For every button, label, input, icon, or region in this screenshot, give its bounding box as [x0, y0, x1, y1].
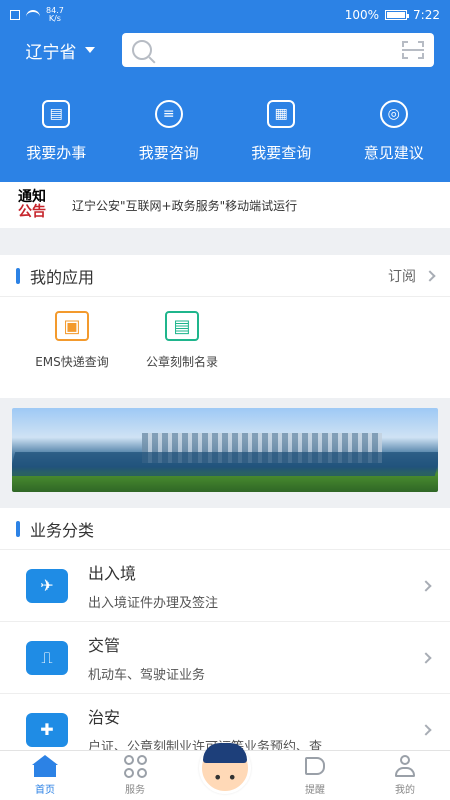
card-icon: ▤ [165, 311, 199, 341]
notice-text: 辽宁公安"互联网+政务服务"移动端试运行 [72, 198, 298, 213]
tab-reminders[interactable]: 提醒 [270, 751, 360, 800]
business-section: 业务分类 ✈ 出入境 出入境证件办理及签注 ⎍ 交管 机动车、驾驶证业务 ✚ 治… [0, 508, 450, 766]
sim-icon [10, 10, 20, 20]
notice-logo: 通知 公告 [18, 190, 62, 220]
province-label: 辽宁省 [25, 42, 77, 63]
business-item-traffic[interactable]: ⎍ 交管 机动车、驾驶证业务 [0, 622, 450, 694]
query-icon: ▦ [267, 100, 296, 128]
home-icon [32, 755, 58, 777]
province-selector[interactable]: 辽宁省 [0, 38, 120, 63]
megaphone-icon [302, 755, 328, 777]
search-icon [132, 40, 152, 60]
apps-list: ▣ EMS快递查询 ▤ 公章刻制名录 [0, 297, 450, 370]
notice-bar[interactable]: 通知 公告 辽宁公安"互联网+政务服务"移动端试运行 [0, 182, 450, 228]
quick-actions: ▤ 我要办事 ≡ 我要咨询 ▦ 我要查询 ◎ 意见建议 [0, 100, 450, 180]
business-title: 出入境 [88, 564, 137, 583]
top-header: 84.7 K/s 100% 7:22 辽宁省 ▤ 我要办事 ≡ 我要咨询 ▦ 我… [0, 0, 450, 210]
quick-action-label: 我要咨询 [138, 144, 199, 162]
my-apps-header: 我的应用 订阅 [0, 255, 450, 297]
battery-icon [385, 10, 410, 20]
business-desc: 出入境证件办理及签注 [88, 596, 219, 611]
business-text: 出入境 出入境证件办理及签注 [88, 560, 422, 611]
wifi-icon [26, 10, 40, 20]
business-item-entry-exit[interactable]: ✈ 出入境 出入境证件办理及签注 [0, 550, 450, 622]
business-desc: 机动车、驾驶证业务 [88, 668, 206, 683]
business-title: 交管 [88, 636, 121, 655]
chevron-right-icon [420, 651, 432, 664]
section-bar [16, 267, 20, 284]
traffic-icon: ⎍ [26, 640, 68, 675]
section-title: 我的应用 [30, 267, 95, 287]
city-banner[interactable] [12, 408, 438, 492]
tab-label: 我的 [395, 785, 415, 796]
services-icon [122, 754, 148, 778]
tab-label: 首页 [35, 785, 55, 796]
mascot-face-icon: • • [213, 768, 237, 787]
truck-icon: ▣ [55, 311, 89, 341]
search-row: 辽宁省 [0, 32, 450, 68]
caret-down-icon [84, 47, 95, 53]
status-bar: 84.7 K/s 100% 7:22 [0, 0, 450, 30]
quick-action-label: 意见建议 [363, 144, 424, 162]
tab-profile[interactable]: 我的 [360, 751, 450, 800]
business-text: 治安 户证、公章刻制业许可证等业务预约、查 [88, 704, 422, 755]
banner-river [12, 452, 438, 476]
shield-icon: ✚ [26, 712, 68, 747]
police-mascot-button[interactable]: • • [199, 742, 251, 794]
scan-icon[interactable] [402, 41, 424, 59]
chat-icon: ≡ [154, 100, 183, 128]
quick-action-do-business[interactable]: ▤ 我要办事 [0, 100, 113, 180]
profile-icon [392, 755, 418, 777]
quick-action-feedback[interactable]: ◎ 意见建议 [338, 100, 450, 180]
app-seal-registry[interactable]: ▤ 公章刻制名录 [132, 311, 232, 370]
section-title: 业务分类 [30, 520, 95, 540]
document-icon: ▤ [42, 100, 71, 128]
chevron-right-icon [420, 579, 432, 592]
quick-action-label: 我要查询 [251, 144, 312, 162]
police-cap-icon [203, 743, 247, 763]
tab-home[interactable]: 首页 [0, 751, 90, 800]
search-input[interactable] [162, 42, 402, 58]
app-ems-tracking[interactable]: ▣ EMS快递查询 [22, 311, 122, 370]
network-speed: 84.7 K/s [46, 6, 64, 23]
chevron-right-icon [420, 723, 432, 736]
chevron-right-icon [424, 269, 436, 282]
subscribe-button[interactable]: 订阅 [388, 266, 436, 286]
search-box[interactable] [122, 33, 434, 67]
clock: 7:22 [413, 8, 440, 22]
quick-action-query[interactable]: ▦ 我要查询 [225, 100, 338, 180]
subscribe-label: 订阅 [388, 268, 416, 285]
tab-label: 提醒 [305, 785, 325, 796]
section-bar [16, 520, 20, 537]
person-icon: ◎ [379, 100, 408, 128]
notice-logo-bottom: 公告 [18, 204, 46, 220]
quick-action-label: 我要办事 [26, 144, 87, 162]
battery-percent: 100% [344, 8, 380, 22]
tab-label: 服务 [125, 785, 145, 796]
my-apps-section: 我的应用 订阅 ▣ EMS快递查询 ▤ 公章刻制名录 [0, 255, 450, 398]
business-text: 交管 机动车、驾驶证业务 [88, 632, 422, 683]
tab-services[interactable]: 服务 [90, 751, 180, 800]
plane-icon: ✈ [26, 568, 68, 603]
business-header: 业务分类 [0, 508, 450, 550]
notice-logo-top: 通知 [18, 189, 46, 205]
business-title: 治安 [88, 708, 121, 727]
quick-action-consult[interactable]: ≡ 我要咨询 [113, 100, 226, 180]
app-label: EMS快递查询 [35, 355, 109, 369]
app-label: 公章刻制名录 [145, 355, 218, 369]
